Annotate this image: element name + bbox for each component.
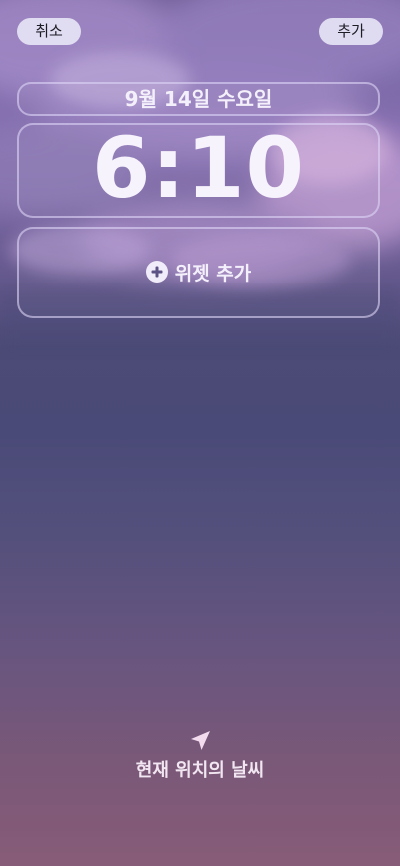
add-widget-label: 위젯 추가 xyxy=(174,262,252,285)
cancel-button[interactable]: 취소 xyxy=(17,18,81,45)
widget-slot[interactable]: 위젯 추가 xyxy=(17,227,380,318)
clock-slot[interactable]: 6:10 xyxy=(17,119,380,218)
date-widget-slot[interactable]: 9월 14일 수요일 xyxy=(17,82,380,116)
add-button[interactable]: 추가 xyxy=(319,18,383,45)
lockscreen-date: 9월 14일 수요일 xyxy=(124,87,273,111)
plus-circle-icon xyxy=(145,261,168,283)
lockscreen-time: 6:10 xyxy=(92,119,305,217)
location-arrow-icon xyxy=(191,731,210,750)
weather-location-label[interactable]: 현재 위치의 날씨 xyxy=(0,756,400,782)
add-widget-button[interactable]: 위젯 추가 xyxy=(19,259,378,285)
